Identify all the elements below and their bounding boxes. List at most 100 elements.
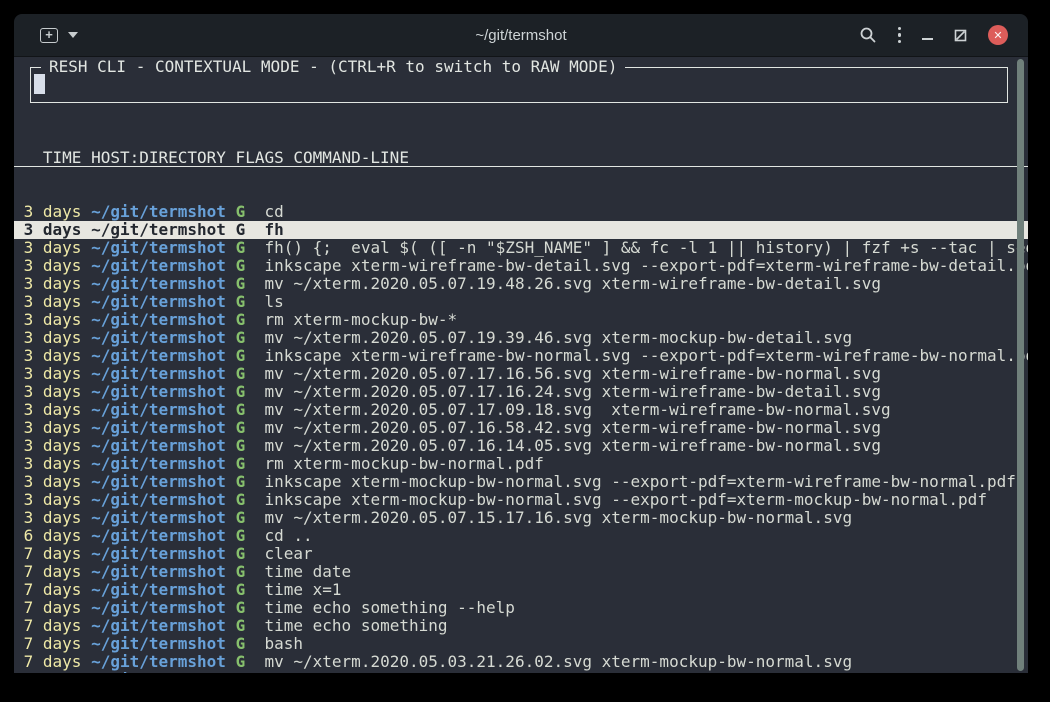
history-row[interactable]: 3 days ~/git/termshot G mv ~/xterm.2020.… [14,401,1028,419]
search-panel-title: RESH CLI - CONTEXTUAL MODE - (CTRL+R to … [41,58,625,76]
row-host-directory: ~/git/termshot [91,563,226,581]
history-row[interactable]: 3 days ~/git/termshot G fh [14,221,1028,239]
history-list: 3 days ~/git/termshot G cd 3 days ~/git/… [14,203,1028,673]
chevron-down-icon [68,32,78,38]
history-row[interactable]: 3 days ~/git/termshot G mv ~/xterm.2020.… [14,437,1028,455]
row-flags: G [236,239,246,257]
history-row[interactable]: 6 days ~/git/termshot G cd .. [14,527,1028,545]
row-host-directory: ~/git/termshot [91,473,226,491]
search-panel[interactable]: RESH CLI - CONTEXTUAL MODE - (CTRL+R to … [30,67,1008,103]
row-command: mv ~/xterm.2020.05.07.17.09.18.svg xterm… [264,401,890,419]
row-flags: G [236,671,246,673]
row-time: 7 days [24,653,82,671]
row-time: 3 days [24,221,82,239]
row-time: 3 days [24,293,82,311]
row-command: fh [264,221,283,239]
row-host-directory: ~/git/termshot [91,257,226,275]
history-row[interactable]: 3 days ~/git/termshot G rm xterm-mockup-… [14,311,1028,329]
row-command: mv ~/xterm.2020.05.07.17.16.56.svg xterm… [264,365,881,383]
row-command: inkscape xterm-mockup-bw-normal.svg --ex… [264,491,986,509]
row-time: 3 days [24,365,82,383]
row-time: 3 days [24,455,82,473]
history-row[interactable]: 3 days ~/git/termshot G inkscape xterm-w… [14,257,1028,275]
row-command: inkscape xterm-wireframe-bw-normal.svg -… [264,347,1028,365]
row-host-directory: ~/git/termshot [91,419,226,437]
row-host-directory: ~/git/termshot [91,311,226,329]
new-tab-button[interactable] [40,28,58,43]
row-time: 3 days [24,329,82,347]
row-flags: G [236,599,246,617]
row-host-directory: ~/git/termshot [91,599,226,617]
row-time: 7 days [24,599,82,617]
row-flags: G [236,617,246,635]
row-command: mv ~/xterm.2020.05.07.16.58.42.svg xterm… [264,419,881,437]
row-command: mv ~/xterm.2020.05.07.19.39.46.svg xterm… [264,329,852,347]
row-command: mv ~/xterm.2020.05.03.20.52.33.svg xterm… [264,671,852,673]
row-time: 3 days [24,401,82,419]
row-flags: G [236,275,246,293]
scrollbar[interactable] [1017,59,1024,671]
history-row[interactable]: 3 days ~/git/termshot G rm xterm-mockup-… [14,455,1028,473]
row-command: mv ~/xterm.2020.05.03.21.26.02.svg xterm… [264,653,852,671]
row-command: time echo something [264,617,447,635]
history-row[interactable]: 3 days ~/git/termshot G cd [14,203,1028,221]
row-flags: G [236,509,246,527]
search-icon [859,26,877,44]
close-button[interactable]: ✕ [988,25,1008,45]
history-row[interactable]: 7 days ~/git/termshot G time echo someth… [14,599,1028,617]
row-host-directory: ~/git/termshot [91,203,226,221]
row-command: bash [264,635,303,653]
minimize-button[interactable] [922,30,933,40]
row-host-directory: ~/git/termshot [91,527,226,545]
table-header: TIME HOST:DIRECTORY FLAGS COMMAND-LINE [14,149,1028,167]
text-cursor [34,74,45,94]
row-host-directory: ~/git/termshot [91,365,226,383]
history-row[interactable]: 7 days ~/git/termshot G mv ~/xterm.2020.… [14,653,1028,671]
history-row[interactable]: 3 days ~/git/termshot G mv ~/xterm.2020.… [14,419,1028,437]
history-row[interactable]: 3 days ~/git/termshot G inkscape xterm-m… [14,473,1028,491]
row-host-directory: ~/git/termshot [91,617,226,635]
row-command: rm xterm-mockup-bw-* [264,311,457,329]
row-time: 3 days [24,347,82,365]
history-row[interactable]: 7 days ~/git/termshot G time x=1 [14,581,1028,599]
menu-button[interactable] [898,27,902,44]
history-row[interactable]: 3 days ~/git/termshot G fh() {; eval $( … [14,239,1028,257]
row-host-directory: ~/git/termshot [91,221,226,239]
row-time: 7 days [24,545,82,563]
row-host-directory: ~/git/termshot [91,671,226,673]
history-row[interactable]: 3 days ~/git/termshot G mv ~/xterm.2020.… [14,365,1028,383]
history-row[interactable]: 3 days ~/git/termshot G mv ~/xterm.2020.… [14,329,1028,347]
row-host-directory: ~/git/termshot [91,509,226,527]
history-row[interactable]: 7 days ~/git/termshot G time echo someth… [14,617,1028,635]
row-host-directory: ~/git/termshot [91,455,226,473]
history-row[interactable]: 3 days ~/git/termshot G mv ~/xterm.2020.… [14,275,1028,293]
row-command: mv ~/xterm.2020.05.07.17.16.24.svg xterm… [264,383,881,401]
row-time: 3 days [24,437,82,455]
history-row[interactable]: 7 days ~/git/termshot G bash [14,635,1028,653]
row-time: 3 days [24,473,82,491]
row-host-directory: ~/git/termshot [91,383,226,401]
tab-dropdown-button[interactable] [68,32,78,38]
row-command: time x=1 [264,581,341,599]
history-row[interactable]: 7 days ~/git/termshot G clear [14,545,1028,563]
row-command: cd .. [264,527,312,545]
row-time: 3 days [24,239,82,257]
titlebar-left-group [14,28,78,43]
new-tab-icon [40,28,58,43]
history-row[interactable]: 7 days ~/git/termshot G mv ~/xterm.2020.… [14,671,1028,673]
row-time: 7 days [24,581,82,599]
restore-button[interactable] [954,29,967,42]
row-time: 3 days [24,419,82,437]
row-time: 7 days [24,635,82,653]
history-row[interactable]: 3 days ~/git/termshot G inkscape xterm-m… [14,491,1028,509]
history-row[interactable]: 3 days ~/git/termshot G mv ~/xterm.2020.… [14,509,1028,527]
search-button[interactable] [859,26,877,44]
row-time: 7 days [24,671,82,673]
row-command: time date [264,563,351,581]
row-time: 3 days [24,311,82,329]
history-row[interactable]: 7 days ~/git/termshot G time date [14,563,1028,581]
history-row[interactable]: 3 days ~/git/termshot G mv ~/xterm.2020.… [14,383,1028,401]
row-command: mv ~/xterm.2020.05.07.15.17.16.svg xterm… [264,509,852,527]
history-row[interactable]: 3 days ~/git/termshot G inkscape xterm-w… [14,347,1028,365]
history-row[interactable]: 3 days ~/git/termshot G ls [14,293,1028,311]
